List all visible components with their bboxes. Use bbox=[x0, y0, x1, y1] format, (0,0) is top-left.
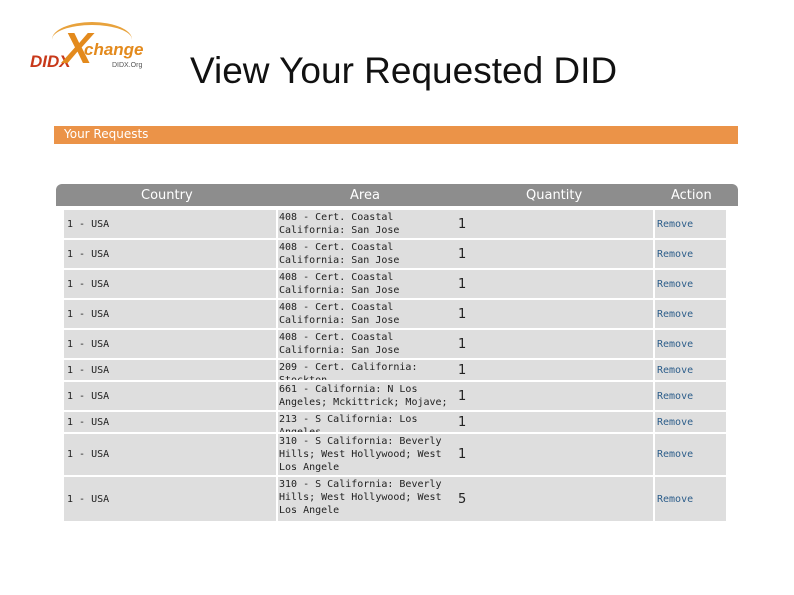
column-header-action: Action bbox=[671, 188, 712, 203]
country-cell: 1 - USA bbox=[64, 240, 276, 268]
area-cell: 209 - Cert. California: Stockton bbox=[278, 360, 456, 380]
action-cell: Remove bbox=[655, 300, 726, 328]
table-row: 1 - USA 310 - S California: Beverly Hills… bbox=[56, 477, 738, 521]
country-cell: 1 - USA bbox=[64, 210, 276, 238]
remove-link[interactable]: Remove bbox=[657, 248, 693, 261]
action-cell: Remove bbox=[655, 382, 726, 410]
quantity-cell: 5 bbox=[456, 477, 653, 521]
country-cell: 1 - USA bbox=[64, 330, 276, 358]
action-cell: Remove bbox=[655, 240, 726, 268]
remove-link[interactable]: Remove bbox=[657, 278, 693, 291]
action-cell: Remove bbox=[655, 360, 726, 380]
country-cell: 1 - USA bbox=[64, 270, 276, 298]
country-cell: 1 - USA bbox=[64, 300, 276, 328]
area-cell: 310 - S California: Beverly Hills; West … bbox=[278, 477, 456, 521]
area-cell: 408 - Cert. Coastal California: San Jose bbox=[278, 210, 456, 238]
action-cell: Remove bbox=[655, 412, 726, 432]
column-header-country: Country bbox=[141, 188, 193, 203]
quantity-cell: 1 bbox=[456, 382, 653, 410]
action-cell: Remove bbox=[655, 270, 726, 298]
quantity-cell: 1 bbox=[456, 270, 653, 298]
remove-link[interactable]: Remove bbox=[657, 390, 693, 403]
area-cell: 408 - Cert. Coastal California: San Jose bbox=[278, 300, 456, 328]
remove-link[interactable]: Remove bbox=[657, 493, 693, 506]
action-cell: Remove bbox=[655, 434, 726, 475]
quantity-cell: 1 bbox=[456, 210, 653, 238]
didx-logo: DIDX X change DIDX.Org bbox=[28, 22, 154, 80]
logo-org-text: DIDX.Org bbox=[112, 62, 143, 69]
table-row: 1 - USA 408 - Cert. Coastal California: S… bbox=[56, 300, 738, 328]
country-cell: 1 - USA bbox=[64, 382, 276, 410]
country-cell: 1 - USA bbox=[64, 412, 276, 432]
area-cell: 408 - Cert. Coastal California: San Jose bbox=[278, 270, 456, 298]
remove-link[interactable]: Remove bbox=[657, 364, 693, 377]
remove-link[interactable]: Remove bbox=[657, 416, 693, 429]
country-cell: 1 - USA bbox=[64, 477, 276, 521]
area-cell: 408 - Cert. Coastal California: San Jose bbox=[278, 240, 456, 268]
table-row: 1 - USA 310 - S California: Beverly Hills… bbox=[56, 434, 738, 475]
action-cell: Remove bbox=[655, 477, 726, 521]
action-cell: Remove bbox=[655, 330, 726, 358]
remove-link[interactable]: Remove bbox=[657, 218, 693, 231]
table-body: 1 - USA 408 - Cert. Coastal California: S… bbox=[56, 206, 738, 521]
column-header-quantity: Quantity bbox=[526, 188, 583, 203]
column-header-area: Area bbox=[350, 188, 380, 203]
table-row: 1 - USA213 - S California: Los Angeles1R… bbox=[56, 412, 738, 432]
requests-table: Country Area Quantity Action 1 - USA 408 … bbox=[56, 184, 738, 521]
section-header-label: Your Requests bbox=[64, 127, 149, 141]
remove-link[interactable]: Remove bbox=[657, 308, 693, 321]
table-row: 1 - USA209 - Cert. California: Stockton1… bbox=[56, 360, 738, 380]
table-row: 1 - USA 408 - Cert. Coastal California: S… bbox=[56, 330, 738, 358]
quantity-cell: 1 bbox=[456, 300, 653, 328]
remove-link[interactable]: Remove bbox=[657, 338, 693, 351]
table-row: 1 - USA 408 - Cert. Coastal California: S… bbox=[56, 270, 738, 298]
table-row: 1 - USA 661 - California: N Los Angeles; … bbox=[56, 382, 738, 410]
area-cell: 213 - S California: Los Angeles bbox=[278, 412, 456, 432]
quantity-cell: 1 bbox=[456, 360, 653, 380]
page-title: View Your Requested DID bbox=[190, 50, 618, 91]
action-cell: Remove bbox=[655, 210, 726, 238]
country-cell: 1 - USA bbox=[64, 434, 276, 475]
section-header-bar: Your Requests bbox=[54, 126, 738, 144]
quantity-cell: 1 bbox=[456, 434, 653, 475]
quantity-cell: 1 bbox=[456, 240, 653, 268]
table-row: 1 - USA 408 - Cert. Coastal California: S… bbox=[56, 210, 738, 238]
country-cell: 1 - USA bbox=[64, 360, 276, 380]
area-cell: 310 - S California: Beverly Hills; West … bbox=[278, 434, 456, 475]
table-row: 1 - USA 408 - Cert. Coastal California: S… bbox=[56, 240, 738, 268]
quantity-cell: 1 bbox=[456, 412, 653, 432]
table-header: Country Area Quantity Action bbox=[56, 184, 738, 206]
area-cell: 661 - California: N Los Angeles; Mckittr… bbox=[278, 382, 456, 410]
remove-link[interactable]: Remove bbox=[657, 448, 693, 461]
quantity-cell: 1 bbox=[456, 330, 653, 358]
area-cell: 408 - Cert. Coastal California: San Jose bbox=[278, 330, 456, 358]
logo-change-text: change bbox=[84, 40, 144, 59]
